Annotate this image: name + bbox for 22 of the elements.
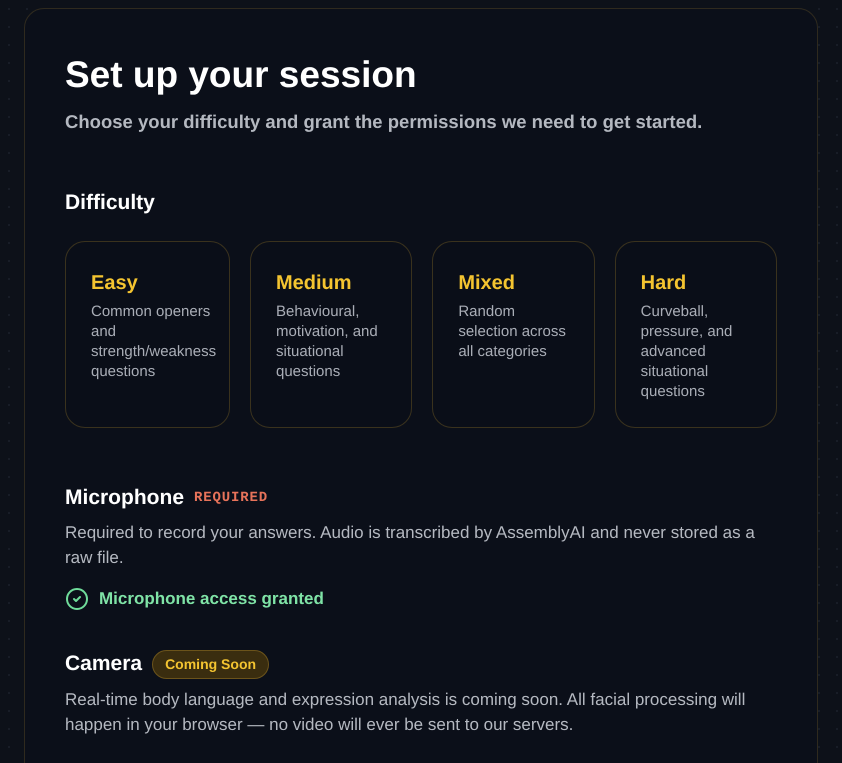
difficulty-card[interactable]: Mixed Random selection across all categories <box>432 241 595 428</box>
permission-description: Required to record your answers. Audio is transcribed by AssemblyAI and never stored as a raw file. <box>65 522 756 569</box>
difficulty-description: Behavioural, motivation, and situational questions <box>276 302 379 382</box>
page-title: Set up your session <box>65 53 418 97</box>
permission-title: Camera <box>65 651 142 677</box>
difficulty-description: Random selection across all categories <box>458 302 567 362</box>
difficulty-description: Common openers and strength/weakness questions <box>91 302 216 382</box>
difficulty-card[interactable]: Easy Common openers and strength/weakness questions <box>65 241 230 428</box>
difficulty-label: Medium <box>276 271 352 296</box>
coming-soon-badge: Coming Soon <box>152 650 270 678</box>
difficulty-card[interactable]: Medium Behavioural, motivation, and situational questions <box>250 241 412 428</box>
page-subtitle: Choose your difficulty and grant the permissions we need to get started. <box>65 110 704 134</box>
difficulty-label: Mixed <box>458 271 516 296</box>
status-text: Microphone access granted <box>99 588 324 610</box>
difficulty-label: Easy <box>91 271 138 296</box>
difficulty-description: Curveball, pressure, and advanced situational questions <box>640 302 734 402</box>
difficulty-card[interactable]: Hard Curveball, pressure, and advanced situational questions <box>614 241 777 428</box>
permission-description: Real-time body language and expression analysis is coming soon. All facial processing will happen in your browser — no video will ever be sent to our servers. <box>65 688 746 736</box>
permission-title: Microphone <box>65 485 184 511</box>
section-heading: Difficulty <box>65 190 156 216</box>
required-tag: REQUIRED <box>194 488 268 508</box>
difficulty-label: Hard <box>640 271 686 296</box>
